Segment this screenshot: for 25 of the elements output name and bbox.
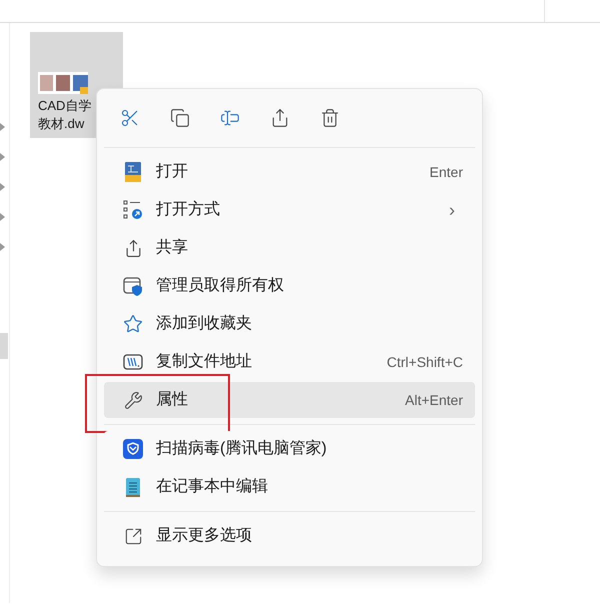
expand-arrow-icon[interactable] — [0, 153, 6, 161]
open-with-icon — [123, 200, 143, 220]
menu-item[interactable]: 属性 Alt+Enter — [104, 382, 475, 418]
window-shield-icon — [123, 276, 143, 296]
star-icon — [123, 314, 143, 334]
expand-icon — [124, 526, 142, 546]
expand-arrow-icon[interactable] — [0, 183, 6, 191]
delete-icon[interactable] — [320, 107, 340, 129]
copy-icon[interactable] — [170, 107, 190, 129]
expand-arrow-icon[interactable] — [0, 243, 6, 251]
shield-icon — [123, 439, 143, 459]
submenu-chevron: › — [449, 198, 455, 222]
file-thumbnail-icon — [38, 72, 88, 94]
share-icon[interactable] — [270, 107, 290, 129]
scroll-thumb[interactable] — [0, 333, 8, 359]
wrench-icon — [124, 390, 142, 410]
expand-arrow-icon[interactable] — [0, 123, 6, 131]
expand-arrow-icon[interactable] — [0, 213, 6, 221]
dwg-file-icon — [124, 162, 142, 182]
share-icon — [124, 238, 142, 258]
notepad-icon — [125, 477, 141, 497]
path-icon — [123, 354, 143, 370]
cut-icon[interactable] — [120, 107, 140, 129]
file-name: 教材.dw — [38, 115, 84, 133]
file-name: CAD自学 — [38, 97, 92, 115]
